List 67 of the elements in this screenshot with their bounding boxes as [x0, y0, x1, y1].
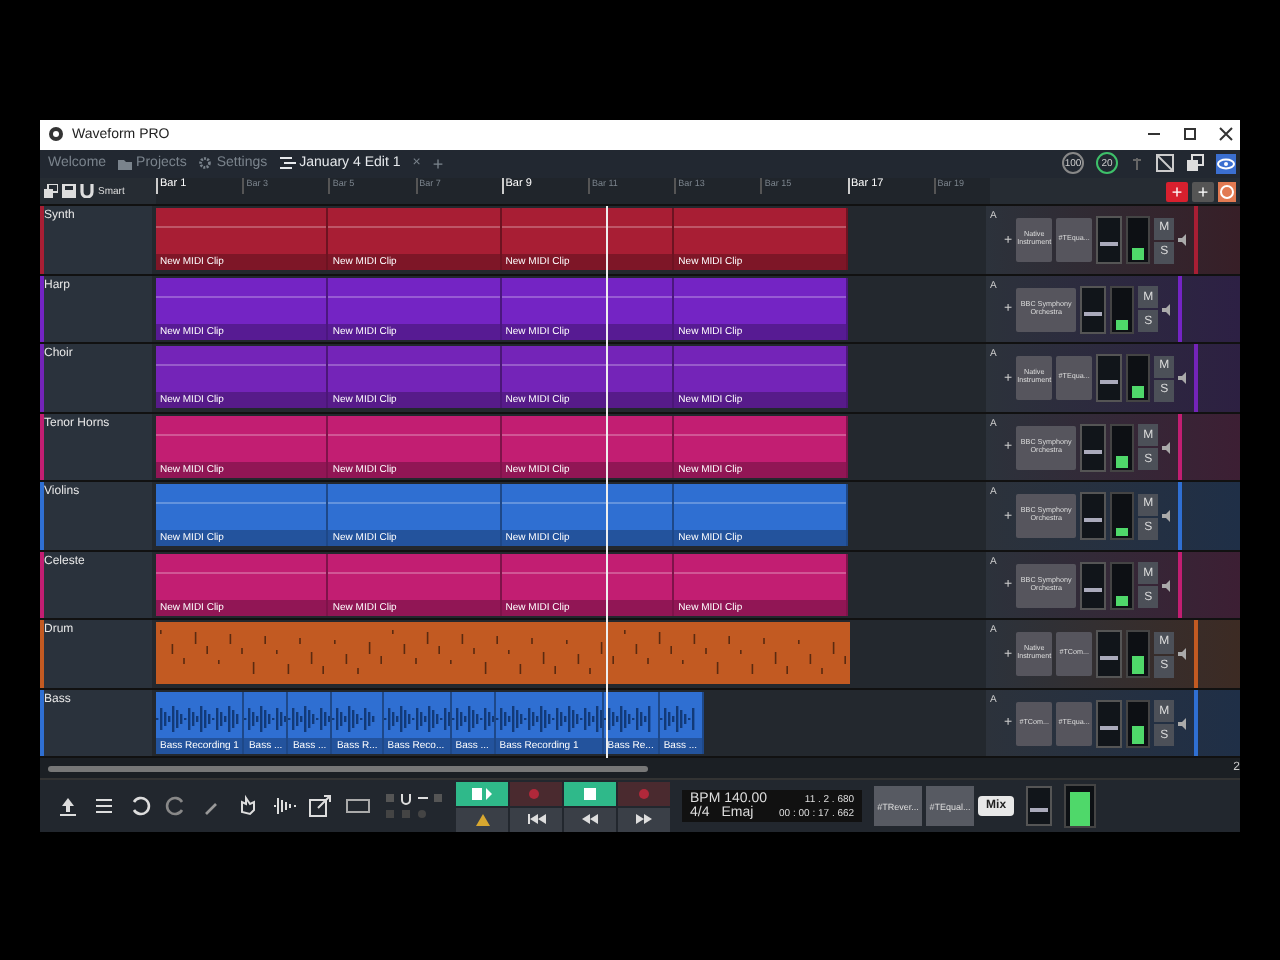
save-icon[interactable] — [62, 184, 76, 199]
volume-fader[interactable] — [1080, 285, 1107, 334]
magnet-icon[interactable] — [80, 184, 94, 199]
rewind-icon — [582, 814, 598, 825]
export-icon[interactable] — [308, 794, 332, 819]
horizontal-scrollbar[interactable] — [48, 765, 648, 772]
pin-icon[interactable] — [1130, 155, 1144, 172]
level-meter — [1110, 561, 1135, 610]
speaker-icon[interactable] — [1178, 234, 1191, 247]
waveform-drawing — [332, 701, 377, 734]
volume-fader[interactable] — [1080, 492, 1107, 541]
fast-forward-button[interactable] — [618, 807, 670, 832]
windows-icon[interactable] — [1186, 154, 1204, 173]
folder-icon — [118, 157, 133, 170]
speaker-icon[interactable] — [1178, 717, 1191, 730]
windows-icon[interactable] — [44, 184, 58, 199]
resize-icon[interactable] — [1156, 154, 1174, 173]
go-to-start-button[interactable] — [510, 807, 562, 832]
eye-icon[interactable] — [1216, 153, 1236, 174]
warning-icon — [475, 813, 489, 826]
play-from-icon — [472, 787, 492, 800]
level-meter — [1126, 630, 1151, 679]
level-meter — [1126, 216, 1151, 265]
edit-list-icon — [279, 156, 296, 171]
toggle-icons-drawing[interactable] — [384, 790, 444, 823]
speaker-icon[interactable] — [1162, 510, 1175, 523]
volume-fader[interactable] — [1096, 699, 1123, 748]
undo-icon[interactable] — [128, 794, 152, 819]
volume-fader[interactable] — [1096, 216, 1123, 265]
app-logo-icon — [48, 126, 64, 143]
waveform-drawing — [288, 701, 331, 734]
gear-icon — [198, 156, 213, 171]
add-track-button[interactable]: + — [1166, 181, 1188, 202]
skip-back-icon — [527, 814, 545, 825]
volume-fader[interactable] — [1096, 354, 1123, 403]
speaker-icon[interactable] — [1178, 372, 1191, 385]
volume-fader[interactable] — [1080, 423, 1107, 472]
add-button[interactable]: + — [1192, 181, 1214, 202]
stop-button[interactable] — [564, 781, 616, 806]
level-meter — [1110, 492, 1135, 541]
record-icon — [528, 787, 544, 800]
master-fader[interactable] — [1026, 786, 1053, 827]
speaker-icon[interactable] — [1162, 303, 1175, 316]
volume-fader[interactable] — [1096, 630, 1123, 679]
add-tab-button[interactable]: + — [432, 153, 444, 174]
level-meter — [1126, 699, 1151, 748]
waveform-drawing — [659, 701, 696, 734]
level-meter — [1110, 285, 1135, 334]
warning-button[interactable] — [456, 807, 508, 832]
rewind-button[interactable] — [564, 807, 616, 832]
speaker-icon[interactable] — [1178, 648, 1191, 661]
loop-button[interactable] — [456, 781, 508, 806]
speaker-icon[interactable] — [1162, 441, 1175, 454]
level-meter — [1110, 423, 1135, 472]
menu-icon[interactable] — [92, 794, 116, 819]
upload-icon[interactable] — [56, 794, 80, 819]
keyboard-icon[interactable] — [344, 794, 372, 819]
level-meter — [1126, 354, 1151, 403]
stop-icon — [584, 787, 596, 800]
drum-clip[interactable] — [156, 622, 850, 685]
waveform-icon[interactable] — [272, 794, 296, 819]
volume-fader[interactable] — [1080, 561, 1107, 610]
fast-forward-icon — [636, 814, 652, 825]
record-icon — [638, 787, 650, 800]
master-meter — [1064, 784, 1097, 829]
speaker-icon[interactable] — [1162, 579, 1175, 592]
redo-icon[interactable] — [164, 794, 188, 819]
